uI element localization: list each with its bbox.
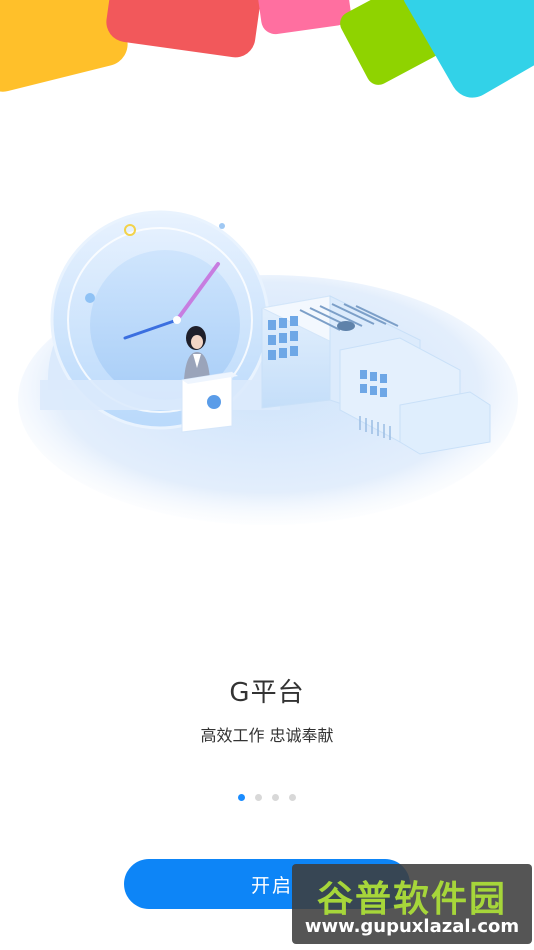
office-clock-illustration	[18, 210, 518, 525]
decorative-tiles	[0, 0, 534, 98]
start-button-label: 开启	[250, 874, 293, 897]
page-dot-2[interactable]	[255, 794, 262, 801]
page-dot-1[interactable]	[238, 794, 245, 801]
intro-screen: G平台 高效工作 忠诚奉献 开启 谷普软件园 www.gupuxlazal.co…	[0, 0, 534, 950]
page-indicator	[0, 794, 534, 801]
intro-subtitle: 高效工作 忠诚奉献	[200, 726, 334, 745]
page-dot-3[interactable]	[272, 794, 279, 801]
watermark-text: 谷普软件园	[316, 879, 507, 920]
watermark-url: www.gupuxlazal.com	[304, 916, 520, 937]
watermark-logo: 谷普软件园 www.gupuxlazal.com	[292, 864, 532, 944]
page-dot-4[interactable]	[289, 794, 296, 801]
intro-title: G平台	[229, 678, 305, 708]
